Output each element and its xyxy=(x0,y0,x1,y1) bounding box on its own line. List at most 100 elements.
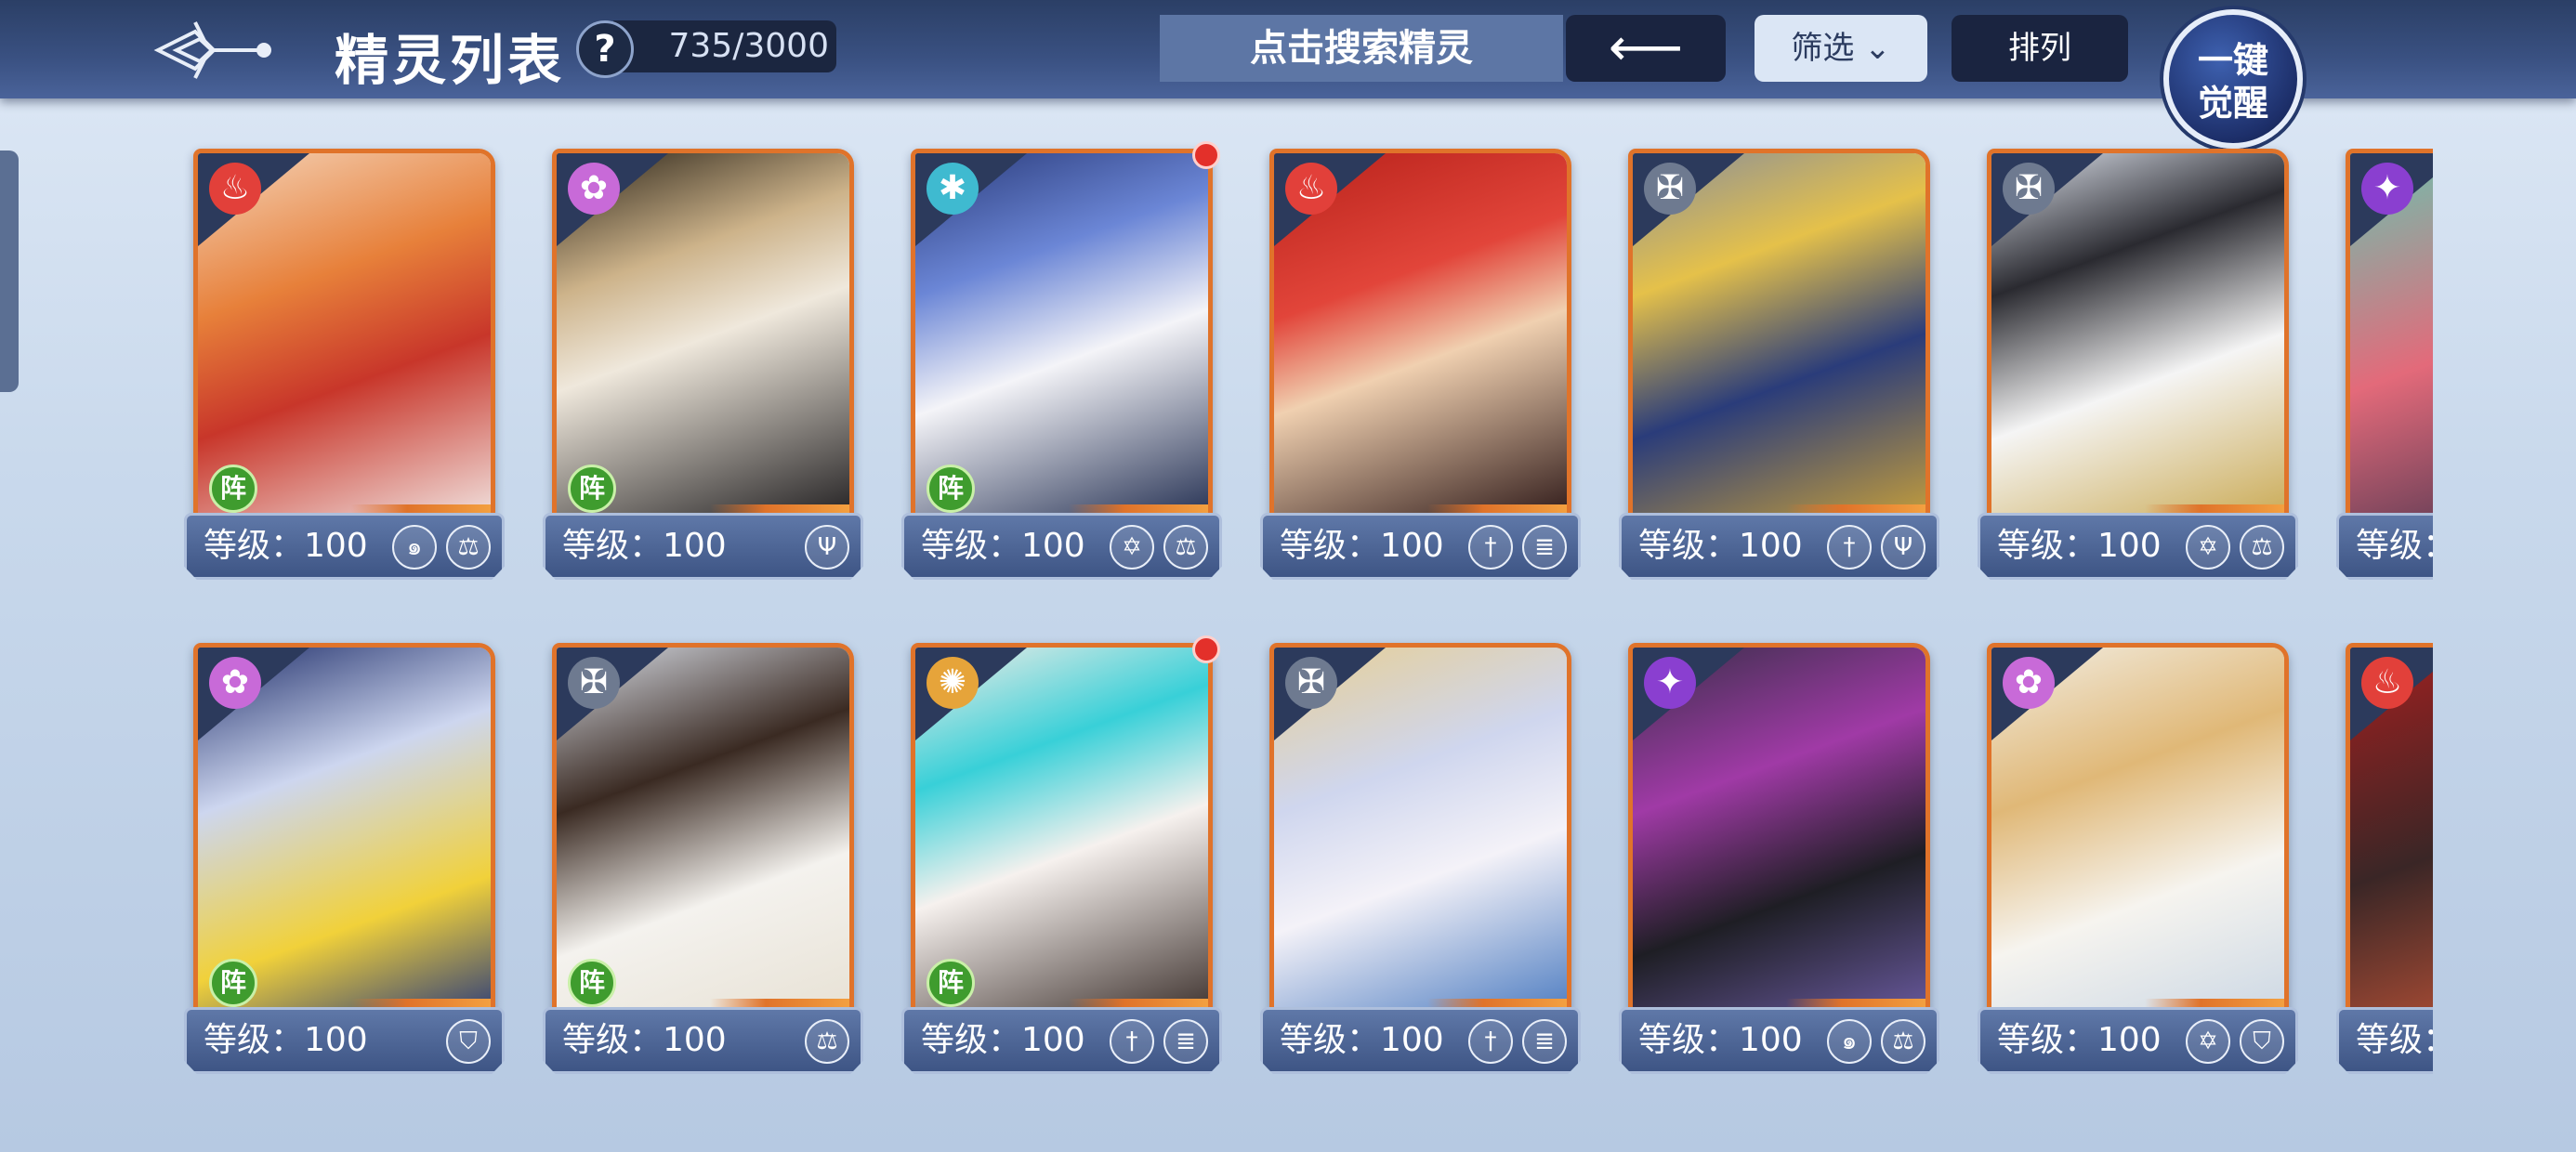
new-notification-dot xyxy=(1192,635,1220,663)
role-icons: ✡ ⚖ xyxy=(1110,525,1208,569)
role-icons: † ≣ xyxy=(1468,1019,1567,1064)
sword-icon: † xyxy=(1468,525,1513,569)
formation-badge: 阵 xyxy=(927,465,975,513)
sprite-card[interactable]: ✱ 阵等级：100 ✡ ⚖ xyxy=(901,141,1222,585)
rainbow-icon: ✿ xyxy=(568,163,620,215)
sprite-card[interactable]: ✿ 等级：100 ✡ ⛉ xyxy=(1978,643,2298,1080)
sprite-card[interactable]: ✦ 等级： xyxy=(2336,149,2433,585)
sprite-level: 等级：100 xyxy=(1280,1021,1444,1059)
sprite-portrait-frame: ✦ xyxy=(2346,149,2433,530)
sprite-portrait-frame: ✺ 阵 xyxy=(911,643,1213,1024)
neutral-icon: ✠ xyxy=(2003,163,2055,215)
level-bar: 等级：100 ⚖ xyxy=(543,1007,863,1074)
sprite-level: 等级：100 xyxy=(562,1021,727,1059)
spiral-icon: ๑ xyxy=(392,525,437,569)
sprite-level: 等级：100 xyxy=(921,527,1085,565)
role-icons: ๑ ⚖ xyxy=(1827,1019,1925,1064)
sprite-card[interactable]: ✺ 阵等级：100 † ≣ xyxy=(901,635,1222,1080)
level-bar: 等级： xyxy=(2336,513,2433,580)
level-bar: 等级： xyxy=(2336,1007,2433,1074)
sprite-portrait-frame: ✿ xyxy=(1987,643,2289,1024)
star-icon: ✡ xyxy=(2186,525,2230,569)
book-icon: ≣ xyxy=(1522,525,1567,569)
formation-badge: 阵 xyxy=(927,959,975,1007)
rainbow-icon: ✿ xyxy=(2003,657,2055,709)
sprite-portrait-frame: ✠ 阵 xyxy=(552,643,854,1024)
star-icon: ✡ xyxy=(1110,525,1154,569)
sprite-card[interactable]: ✦ 等级：100 ๑ ⚖ xyxy=(1619,643,1939,1080)
sprite-portrait-frame: ✿ 阵 xyxy=(552,149,854,530)
level-bar: 等级：100 † ≣ xyxy=(1260,513,1581,580)
sprite-card[interactable]: ♨ 等级： xyxy=(2336,643,2433,1080)
neutral-icon: ✠ xyxy=(1644,163,1696,215)
sword-icon: † xyxy=(1827,525,1872,569)
sprite-level: 等级：100 xyxy=(1638,527,1803,565)
neutral-icon: ✠ xyxy=(1285,657,1337,709)
sprite-level: 等级： xyxy=(2356,527,2433,565)
formation-badge: 阵 xyxy=(209,465,257,513)
trident-icon: Ψ xyxy=(1881,525,1925,569)
level-bar: 等级：100 ๑ ⚖ xyxy=(1619,1007,1939,1074)
formation-badge: 阵 xyxy=(209,959,257,1007)
role-icons: † ≣ xyxy=(1468,525,1567,569)
fire-icon: ♨ xyxy=(1285,163,1337,215)
fire-icon: ♨ xyxy=(209,163,261,215)
sprite-portrait-frame: ✠ xyxy=(1987,149,2289,530)
sprite-portrait-frame: ✠ xyxy=(1269,643,1571,1024)
book-icon: ≣ xyxy=(1522,1019,1567,1064)
book-icon: ≣ xyxy=(1163,1019,1208,1064)
level-bar: 等级：100 ⛉ xyxy=(184,1007,505,1074)
role-icons: ๑ ⚖ xyxy=(392,525,491,569)
sprite-card[interactable]: ✠ 等级：100 † ≣ xyxy=(1260,643,1581,1080)
sprite-portrait-frame: ✦ xyxy=(1628,643,1930,1024)
sword-icon: † xyxy=(1468,1019,1513,1064)
sprite-level: 等级：100 xyxy=(1997,1021,2162,1059)
sprite-portrait-frame: ♨ xyxy=(1269,149,1571,530)
level-bar: 等级：100 ✡ ⚖ xyxy=(901,513,1222,580)
sprite-portrait-frame: ♨ xyxy=(2346,643,2433,1024)
formation-badge: 阵 xyxy=(568,959,616,1007)
shield-icon: ⛉ xyxy=(2240,1019,2284,1064)
sprite-grid: ♨ 阵等级：100 ๑ ⚖ ✿ 阵等级：100 Ψ ✱ 阵等级：100 ✡ ⚖ ♨ 等级：100 † ≣ ✠ 等… xyxy=(0,0,2576,1152)
sprite-portrait-frame: ♨ 阵 xyxy=(193,149,495,530)
sprite-card[interactable]: ✠ 等级：100 ✡ ⚖ xyxy=(1978,149,2298,585)
help-button[interactable]: ? xyxy=(576,20,634,78)
light-icon: ✺ xyxy=(927,657,979,709)
role-icons: ⚖ xyxy=(805,1019,849,1064)
role-icons: Ψ xyxy=(805,525,849,569)
sprite-level: 等级：100 xyxy=(1997,527,2162,565)
star-icon: ✡ xyxy=(2186,1019,2230,1064)
sprite-card[interactable]: ✠ 阵等级：100 ⚖ xyxy=(543,643,863,1080)
role-icons: ⛉ xyxy=(446,1019,491,1064)
sprite-level: 等级：100 xyxy=(204,1021,368,1059)
level-bar: 等级：100 † ≣ xyxy=(901,1007,1222,1074)
sprite-card[interactable]: ✿ 阵等级：100 Ψ xyxy=(543,149,863,585)
sprite-level: 等级： xyxy=(2356,1021,2433,1059)
neutral-icon: ✠ xyxy=(568,657,620,709)
role-icons: † Ψ xyxy=(1827,525,1925,569)
role-icons: † ≣ xyxy=(1110,1019,1208,1064)
formation-badge: 阵 xyxy=(568,465,616,513)
scale-icon: ⚖ xyxy=(2240,525,2284,569)
role-icons: ✡ ⛉ xyxy=(2186,1019,2284,1064)
scale-icon: ⚖ xyxy=(1881,1019,1925,1064)
new-notification-dot xyxy=(1192,141,1220,169)
sprite-card[interactable]: ♨ 等级：100 † ≣ xyxy=(1260,149,1581,585)
rainbow-icon: ✿ xyxy=(209,657,261,709)
fire-icon: ♨ xyxy=(2361,657,2413,709)
trident-icon: Ψ xyxy=(805,525,849,569)
sprite-level: 等级：100 xyxy=(562,527,727,565)
sprite-level: 等级：100 xyxy=(1638,1021,1803,1059)
snowflake-icon: ✱ xyxy=(927,163,979,215)
sprite-portrait-frame: ✠ xyxy=(1628,149,1930,530)
level-bar: 等级：100 † Ψ xyxy=(1619,513,1939,580)
dark-icon: ✦ xyxy=(2361,163,2413,215)
sprite-card[interactable]: ✿ 阵等级：100 ⛉ xyxy=(184,643,505,1080)
sprite-card[interactable]: ✠ 等级：100 † Ψ xyxy=(1619,149,1939,585)
sprite-card[interactable]: ♨ 阵等级：100 ๑ ⚖ xyxy=(184,149,505,585)
scale-icon: ⚖ xyxy=(446,525,491,569)
dark-icon: ✦ xyxy=(1644,657,1696,709)
sprite-level: 等级：100 xyxy=(921,1021,1085,1059)
level-bar: 等级：100 ✡ ⚖ xyxy=(1978,513,2298,580)
level-bar: 等级：100 ✡ ⛉ xyxy=(1978,1007,2298,1074)
